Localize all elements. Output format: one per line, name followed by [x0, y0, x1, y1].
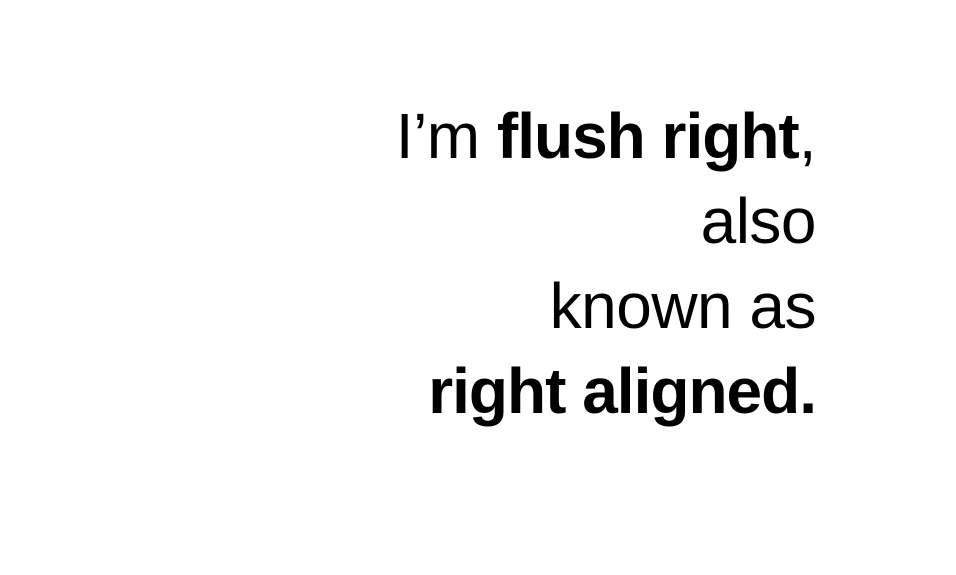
flush-right-text-block: I’m flush right, also known as right ali…: [395, 94, 817, 434]
line-1-prefix: I’m: [395, 100, 497, 172]
text-line-2: also: [700, 185, 817, 257]
line-1-bold-phrase: flush right: [496, 100, 800, 172]
line-1-comma: ,: [798, 100, 817, 172]
text-line-1: I’m flush right,: [395, 94, 817, 179]
text-line-3: known as: [549, 270, 817, 342]
text-line-4-bold: right aligned.: [428, 355, 817, 427]
